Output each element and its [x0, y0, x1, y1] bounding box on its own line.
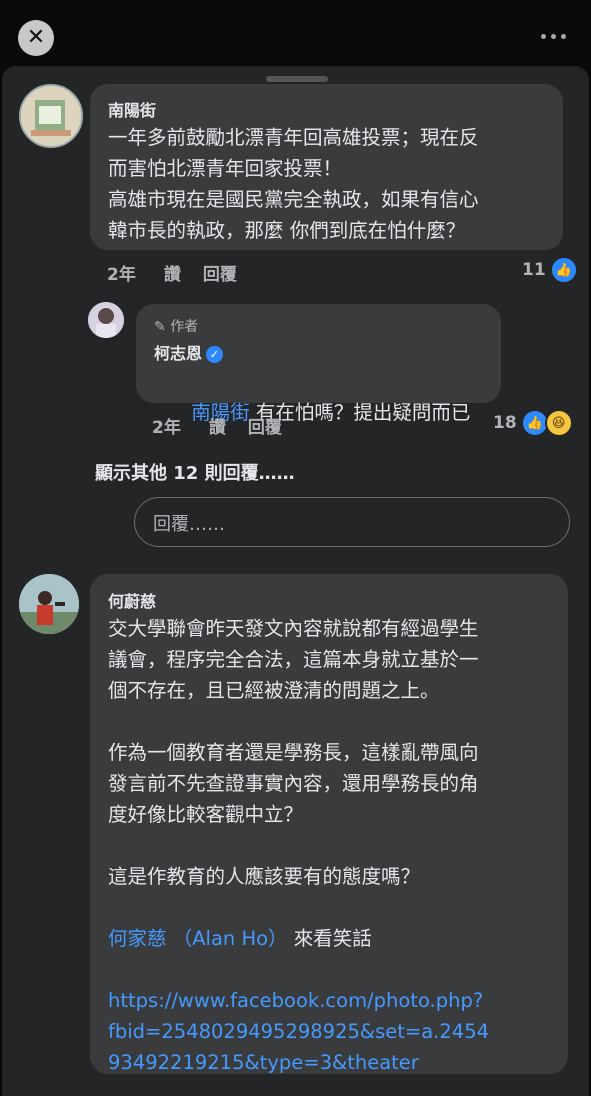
url-link[interactable]: https://www.facebook.com/photo.php? fbid…: [108, 985, 489, 1078]
author-badge: ✎ 作者: [154, 319, 199, 335]
close-icon: ✕: [26, 25, 46, 50]
comment-text: 交大學聯會昨天發文內容就說都有經過學生 議會，程序完全合法，這篇本身就立基於一 …: [108, 613, 489, 1078]
reply-button[interactable]: 回覆: [203, 260, 237, 285]
comment-time: 2年: [107, 265, 136, 285]
like-button[interactable]: 讚: [164, 260, 181, 285]
comment-bubble: 南陽街 一年多前鼓勵北漂青年回高雄投票；現在反 而害怕北漂青年回家投票！ 高雄市…: [90, 84, 563, 250]
top-bar: ✕: [0, 0, 591, 70]
reply-input[interactable]: 回覆……: [134, 497, 570, 547]
more-options-button[interactable]: [541, 28, 569, 44]
comment-author[interactable]: 南陽街: [108, 97, 156, 121]
more-replies-link[interactable]: 顯示其他 12 則回覆……: [95, 459, 295, 485]
comment-author[interactable]: 柯志恩 ✓: [154, 340, 224, 364]
like-icon: 👍: [549, 256, 578, 284]
comment-bubble: 何蔚慈 交大學聯會昨天發文內容就說都有經過學生 議會，程序完全合法，這篇本身就立…: [90, 574, 568, 1074]
comment-text: 一年多前鼓勵北漂青年回高雄投票；現在反 而害怕北漂青年回家投票！ 高雄市現在是國…: [108, 126, 479, 242]
current-user-avatar: [88, 506, 124, 542]
like-button[interactable]: 讚: [209, 413, 226, 438]
reply-button[interactable]: 回覆: [248, 413, 282, 438]
reaction-summary[interactable]: 18 👍 😆: [493, 409, 573, 437]
comment-actions: 2年 讚 回覆: [107, 260, 237, 285]
comment-author[interactable]: 何蔚慈: [108, 588, 156, 612]
avatar[interactable]: [19, 84, 83, 148]
reaction-summary[interactable]: 11 👍: [522, 256, 578, 284]
comments-sheet: 南陽街 一年多前鼓勵北漂青年回高雄投票；現在反 而害怕北漂青年回家投票！ 高雄市…: [2, 66, 589, 1096]
avatar[interactable]: [88, 302, 124, 338]
verified-icon: ✓: [206, 346, 224, 363]
sheet-drag-handle[interactable]: [266, 76, 328, 82]
mention-link[interactable]: 何家慈 （Alan Ho）: [108, 927, 288, 950]
pencil-icon: ✎: [154, 319, 166, 335]
comment-actions: 2年 讚 回覆: [152, 413, 282, 438]
reply-input-placeholder: 回覆……: [153, 514, 225, 535]
comment-bubble: ✎ 作者 柯志恩 ✓ 南陽街 有在怕嗎？提出疑問而已: [136, 304, 501, 424]
haha-icon: 😆: [544, 409, 573, 437]
close-button[interactable]: ✕: [18, 20, 54, 56]
avatar[interactable]: [19, 574, 79, 634]
comment-time: 2年: [152, 418, 181, 438]
